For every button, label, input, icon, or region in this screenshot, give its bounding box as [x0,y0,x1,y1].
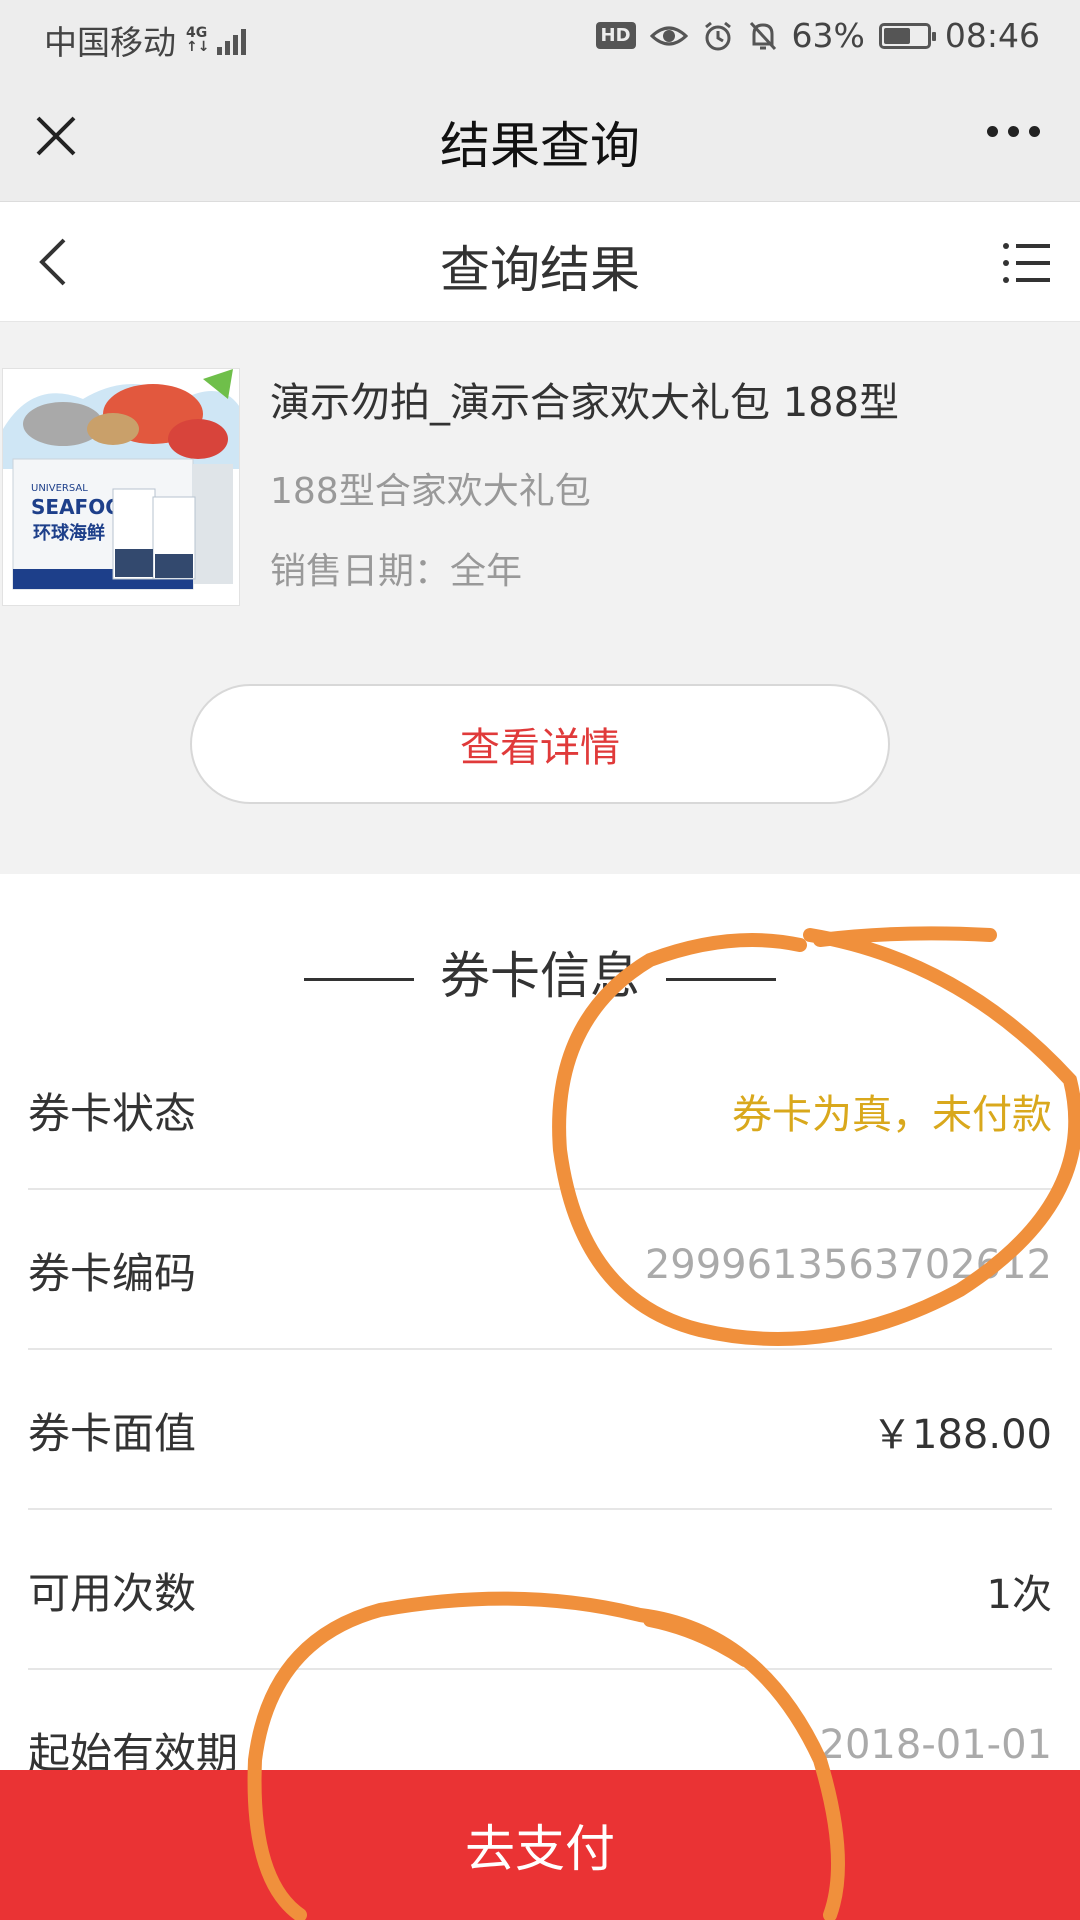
section-title: 券卡信息 [0,936,1080,1008]
signal-icon [217,25,247,55]
hd-icon: HD [595,22,636,49]
seafood-box-image: UNIVERSAL SEAFOOD 环球海鲜 [3,369,239,605]
brand-cn-text: 环球海鲜 [33,522,105,544]
row-key: 可用次数 [28,1569,197,1618]
view-details-button[interactable]: 查看详情 [190,684,890,804]
row-key: 券卡面值 [28,1409,197,1458]
status-right: HD 63% 08:46 [595,16,1040,55]
divider-right [666,978,776,981]
product-sale-date: 销售日期：全年 [270,551,523,592]
status-bar: 中国移动 4G ↑↓ HD 63% 08:46 [0,0,1080,74]
product-image[interactable]: UNIVERSAL SEAFOOD 环球海鲜 [2,368,240,606]
card-code-value: 2999613563702612 [644,1242,1052,1288]
row-key: 券卡状态 [28,1089,197,1138]
card-start-date-value: 2018-01-01 [819,1722,1052,1768]
card-face-value: ￥188.00 [872,1412,1052,1458]
page-title: 查询结果 [440,241,640,299]
battery-icon [878,22,936,49]
eye-icon [649,26,688,45]
info-row-status: 券卡状态 券卡为真，未付款 [28,1030,1052,1190]
alarm-icon [704,21,731,50]
page-header: 查询结果 [0,202,1080,322]
network-type: 4G ↑↓ [186,25,210,55]
top-bar-title: 结果查询 [440,117,640,175]
more-icon[interactable] [987,126,1040,137]
list-icon[interactable] [1002,240,1050,286]
card-status-value: 券卡为真，未付款 [732,1092,1052,1138]
card-info-section: 券卡信息 券卡状态 券卡为真，未付款 券卡编码 2999613563702612… [0,874,1080,1920]
status-left: 中国移动 4G ↑↓ [44,16,247,64]
card-uses-value: 1次 [986,1572,1052,1618]
product-title: 演示勿拍_演示合家欢大礼包 188型 [270,380,900,426]
row-key: 券卡编码 [28,1249,197,1298]
mute-bell-icon [749,21,776,50]
carrier-name: 中国移动 [44,23,176,62]
divider-left [304,978,414,981]
pay-button[interactable]: 去支付 [0,1770,1080,1920]
product-section: UNIVERSAL SEAFOOD 环球海鲜 演示勿拍_演示合家欢大礼包 188… [0,322,1080,874]
info-row-uses: 可用次数 1次 [28,1510,1052,1670]
battery-percent: 63% [791,16,865,55]
brand-small-text: UNIVERSAL [31,483,88,494]
top-bar: 结果查询 [0,74,1080,202]
info-row-code: 券卡编码 2999613563702612 [28,1190,1052,1350]
info-row-face-value: 券卡面值 ￥188.00 [28,1350,1052,1510]
clock-time: 08:46 [944,16,1040,55]
product-subtitle: 188型合家欢大礼包 [270,471,591,512]
